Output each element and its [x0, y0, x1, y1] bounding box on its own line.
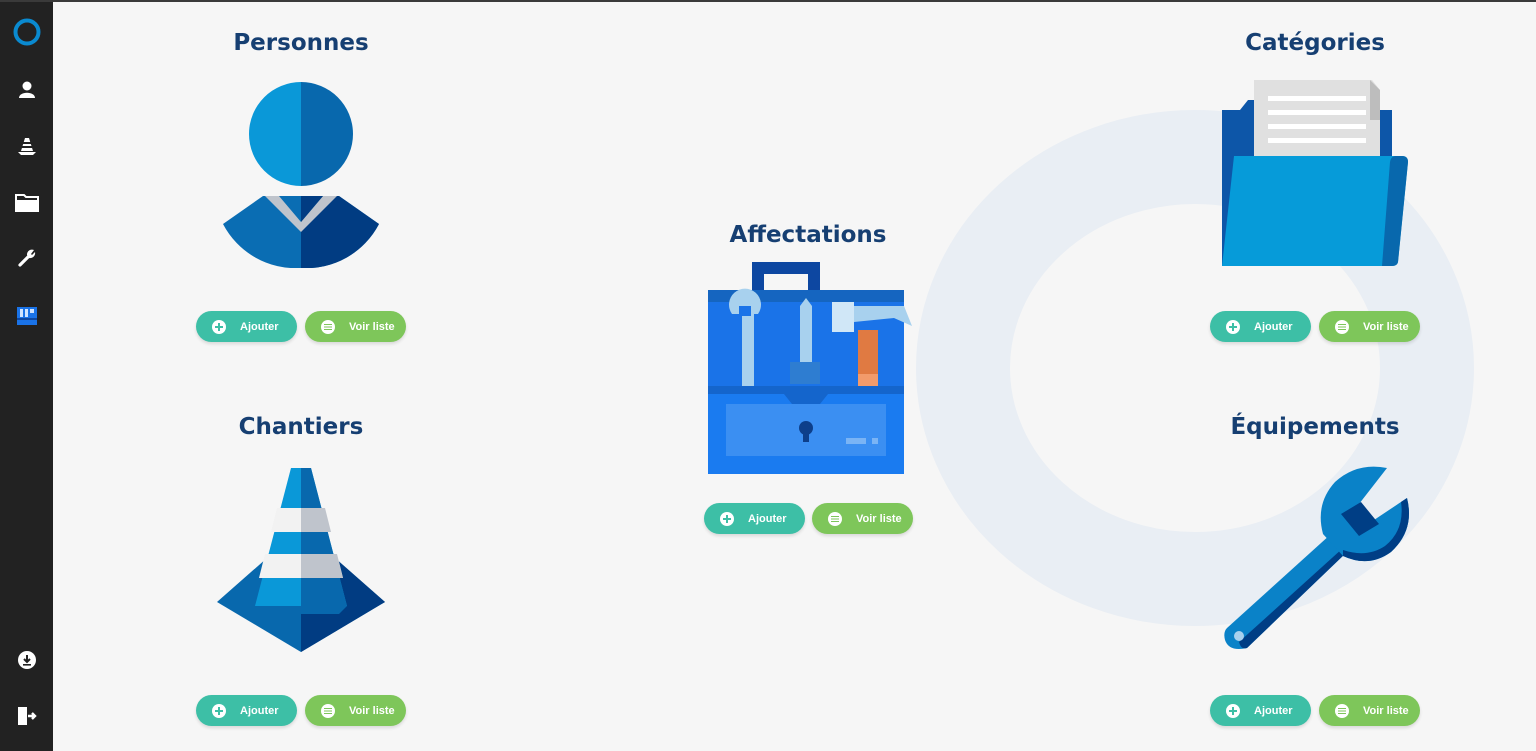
- add-personne-button[interactable]: Ajouter: [196, 311, 297, 342]
- traffic-cone-icon: [217, 468, 385, 652]
- list-circle-icon: [321, 319, 335, 334]
- add-categorie-button[interactable]: Ajouter: [1210, 311, 1311, 342]
- folder-icon: [1222, 80, 1408, 266]
- top-border: [0, 0, 1536, 2]
- sidebar: [0, 0, 53, 751]
- view-personnes-list-button[interactable]: Voir liste: [305, 311, 406, 342]
- view-categories-list-button[interactable]: Voir liste: [1319, 311, 1420, 342]
- list-circle-icon: [828, 511, 842, 526]
- wrench-icon[interactable]: [0, 240, 53, 276]
- add-label: Ajouter: [240, 704, 279, 717]
- toolbox-icon: [708, 262, 912, 474]
- logout-icon[interactable]: [0, 698, 53, 734]
- folder-icon[interactable]: [0, 184, 53, 220]
- plus-circle-icon: [1226, 703, 1240, 718]
- view-affectations-list-button[interactable]: Voir liste: [812, 503, 913, 534]
- add-affectation-button[interactable]: Ajouter: [704, 503, 805, 534]
- list-circle-icon: [1335, 319, 1349, 334]
- add-label: Ajouter: [1254, 704, 1293, 717]
- toolbox-icon[interactable]: [0, 297, 53, 333]
- list-label: Voir liste: [349, 704, 395, 717]
- card-title: Équipements: [1230, 414, 1400, 440]
- download-icon[interactable]: [0, 642, 53, 678]
- add-chantier-button[interactable]: Ajouter: [196, 695, 297, 726]
- dashboard: Personnes Ajouter Voir liste Chantiers A…: [53, 0, 1536, 751]
- plus-circle-icon: [212, 319, 226, 334]
- plus-circle-icon: [1226, 319, 1240, 334]
- view-equipements-list-button[interactable]: Voir liste: [1319, 695, 1420, 726]
- list-label: Voir liste: [349, 320, 395, 333]
- card-title: Chantiers: [238, 414, 364, 440]
- user-icon[interactable]: [0, 72, 53, 108]
- list-label: Voir liste: [1363, 320, 1409, 333]
- view-chantiers-list-button[interactable]: Voir liste: [305, 695, 406, 726]
- card-title: Affectations: [729, 222, 887, 248]
- plus-circle-icon: [212, 703, 226, 718]
- wrench-icon: [1224, 466, 1409, 649]
- traffic-cone-icon[interactable]: [0, 128, 53, 164]
- add-label: Ajouter: [1254, 320, 1293, 333]
- add-label: Ajouter: [748, 512, 787, 525]
- plus-circle-icon: [720, 511, 734, 526]
- list-circle-icon: [1335, 703, 1349, 718]
- add-equipement-button[interactable]: Ajouter: [1210, 695, 1311, 726]
- card-title: Catégories: [1245, 30, 1385, 56]
- list-label: Voir liste: [1363, 704, 1409, 717]
- card-title: Personnes: [233, 30, 369, 56]
- ring-logo-icon[interactable]: [0, 14, 53, 50]
- list-label: Voir liste: [856, 512, 902, 525]
- list-circle-icon: [321, 703, 335, 718]
- person-icon: [223, 82, 379, 268]
- add-label: Ajouter: [240, 320, 279, 333]
